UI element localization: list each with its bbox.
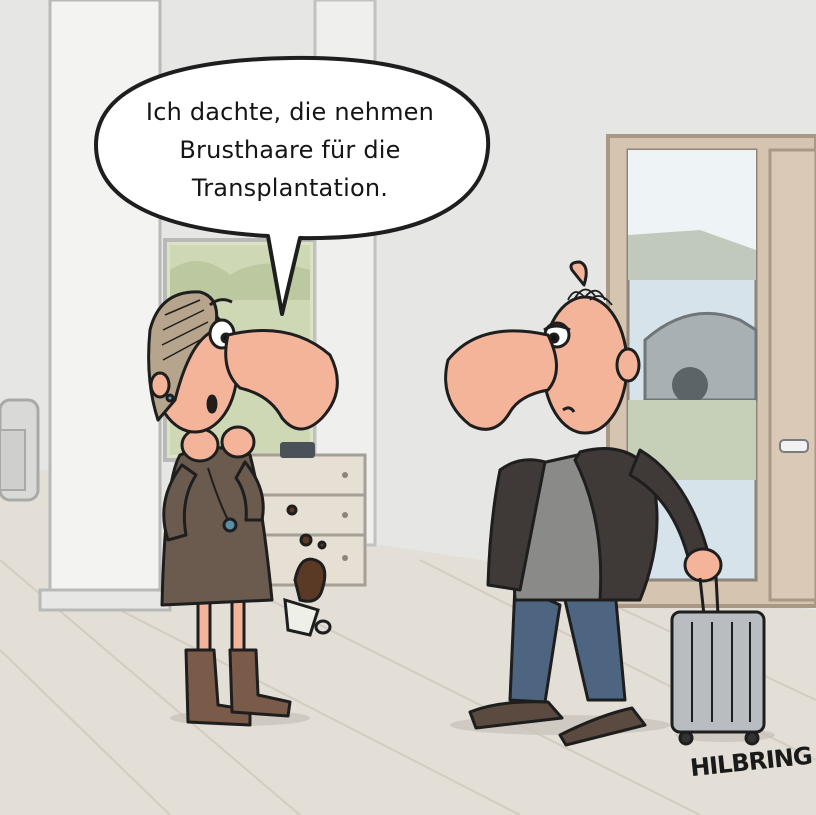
speech-bubble: Ich dachte, die nehmen Brusthaare für di… xyxy=(100,70,480,230)
armchair xyxy=(0,398,40,502)
speech-line-3: Transplantation. xyxy=(191,174,389,202)
speech-line-2: Brusthaare für die xyxy=(179,136,401,164)
comic-scene: Ich dachte, die nehmen Brusthaare für di… xyxy=(0,0,816,815)
speech-line-1: Ich dachte, die nehmen xyxy=(145,98,435,126)
pillar-base xyxy=(38,588,172,612)
speech-text: Ich dachte, die nehmen Brusthaare für di… xyxy=(146,93,434,207)
